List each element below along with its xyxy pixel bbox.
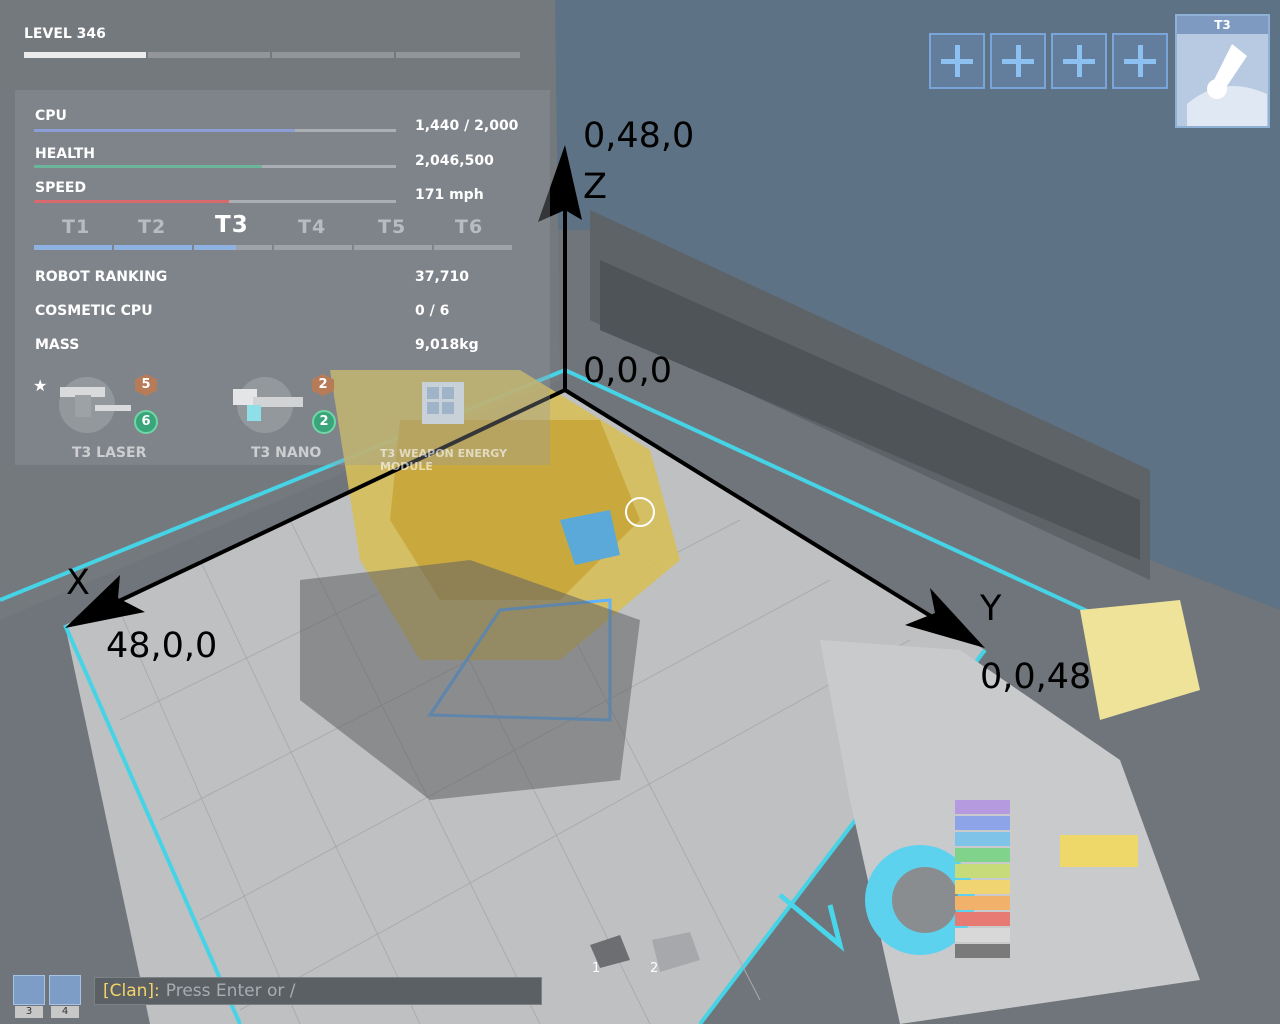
tier-tab-t2[interactable]: T2 — [138, 216, 166, 238]
y-axis-end: 0,0,48 — [980, 657, 1091, 697]
chat-channel: [Clan]: — [103, 981, 160, 1001]
tier-tab-t4[interactable]: T4 — [298, 216, 326, 238]
tier-segment — [236, 245, 272, 250]
wrench-icon — [1177, 34, 1268, 126]
plus-icon — [1138, 45, 1143, 77]
mass-value: 9,018kg — [415, 337, 479, 353]
level-label: LEVEL 346 — [24, 26, 106, 42]
party-chat-icon[interactable] — [49, 975, 81, 1005]
marker-1: 1 — [592, 961, 600, 976]
tier-tab-t1[interactable]: T1 — [62, 216, 90, 238]
tier-tab-t5[interactable]: T5 — [378, 216, 406, 238]
stat-cpu-value: 1,440 / 2,000 — [415, 118, 519, 134]
level-panel: LEVEL 346 — [15, 18, 530, 68]
party-unread-count: 4 — [51, 1006, 79, 1018]
nano-count-badge: 2 — [312, 410, 336, 434]
chat-input[interactable]: [Clan]: Press Enter or / — [94, 977, 542, 1005]
level-progress-segment — [272, 52, 394, 58]
tool-tier-label: T3 — [1177, 16, 1268, 34]
laser-icon[interactable] — [55, 375, 135, 435]
tier-segment — [34, 245, 112, 250]
energy-module-label: T3 WEAPON ENERGY MODULE — [380, 447, 508, 473]
level-progress-segment — [396, 52, 520, 58]
laser-tier-badge: 5 — [135, 374, 157, 396]
tier-tab-t6[interactable]: T6 — [455, 216, 483, 238]
robot-ranking-value: 37,710 — [415, 269, 470, 285]
tier-segment — [354, 245, 432, 250]
laser-count-badge: 6 — [134, 410, 158, 434]
direction-arrow — [778, 893, 845, 952]
add-slot-button[interactable] — [1112, 33, 1168, 89]
tier-tab-t3[interactable]: T3 — [215, 212, 249, 238]
tier-segment — [274, 245, 352, 250]
plus-icon — [1016, 45, 1021, 77]
stat-cpu-label: CPU — [35, 108, 67, 124]
stat-cpu-fill — [34, 129, 295, 132]
add-slot-button[interactable] — [990, 33, 1046, 89]
tier-segment — [434, 245, 512, 250]
stat-health-bar — [34, 165, 396, 168]
level-progress-segment — [148, 52, 270, 58]
x-axis-end: 48,0,0 — [106, 626, 217, 666]
cosmetic-cpu-label: COSMETIC CPU — [35, 303, 153, 319]
chat-placeholder: Press Enter or / — [165, 981, 296, 1001]
stat-cpu-bar — [34, 129, 396, 132]
tier-segment — [194, 245, 236, 250]
y-axis-label: Y — [979, 589, 1002, 629]
stat-speed-label: SPEED — [35, 180, 87, 196]
z-axis-label: Z — [583, 167, 607, 207]
plus-icon — [1077, 45, 1082, 77]
stat-speed-bar — [34, 200, 396, 203]
stat-health-value: 2,046,500 — [415, 153, 494, 169]
robot-ranking-label: ROBOT RANKING — [35, 269, 168, 285]
add-slot-button[interactable] — [1051, 33, 1107, 89]
z-axis-end: 0,48,0 — [583, 116, 694, 156]
origin-label: 0,0,0 — [583, 351, 672, 391]
laser-label: T3 LASER — [72, 445, 147, 461]
energy-module-icon[interactable] — [410, 372, 480, 437]
stat-health-label: HEALTH — [35, 146, 95, 162]
robot-stats-panel: CPU 1,440 / 2,000 HEALTH 2,046,500 SPEED… — [15, 90, 550, 473]
mass-label: MASS — [35, 337, 80, 353]
level-progress-filled — [24, 52, 146, 58]
stat-health-fill — [34, 165, 263, 168]
clan-chat-icon[interactable] — [13, 975, 45, 1005]
cosmetic-cpu-value: 0 / 6 — [415, 303, 450, 319]
star-icon: ★ — [33, 376, 48, 395]
marker-2: 2 — [650, 961, 658, 976]
selected-tool-card[interactable]: T3 — [1175, 14, 1270, 128]
nano-icon[interactable] — [225, 375, 315, 435]
stat-speed-fill — [34, 200, 230, 203]
tier-segment — [114, 245, 192, 250]
add-slot-button[interactable] — [929, 33, 985, 89]
nano-tier-badge: 2 — [312, 374, 334, 396]
plus-icon — [955, 45, 960, 77]
nano-label: T3 NANO — [251, 445, 322, 461]
x-axis-label: X — [66, 563, 90, 603]
stat-speed-value: 171 mph — [415, 187, 484, 203]
clan-unread-count: 3 — [15, 1006, 43, 1018]
chat-bar: 3 4 [Clan]: Press Enter or / — [13, 975, 542, 1018]
